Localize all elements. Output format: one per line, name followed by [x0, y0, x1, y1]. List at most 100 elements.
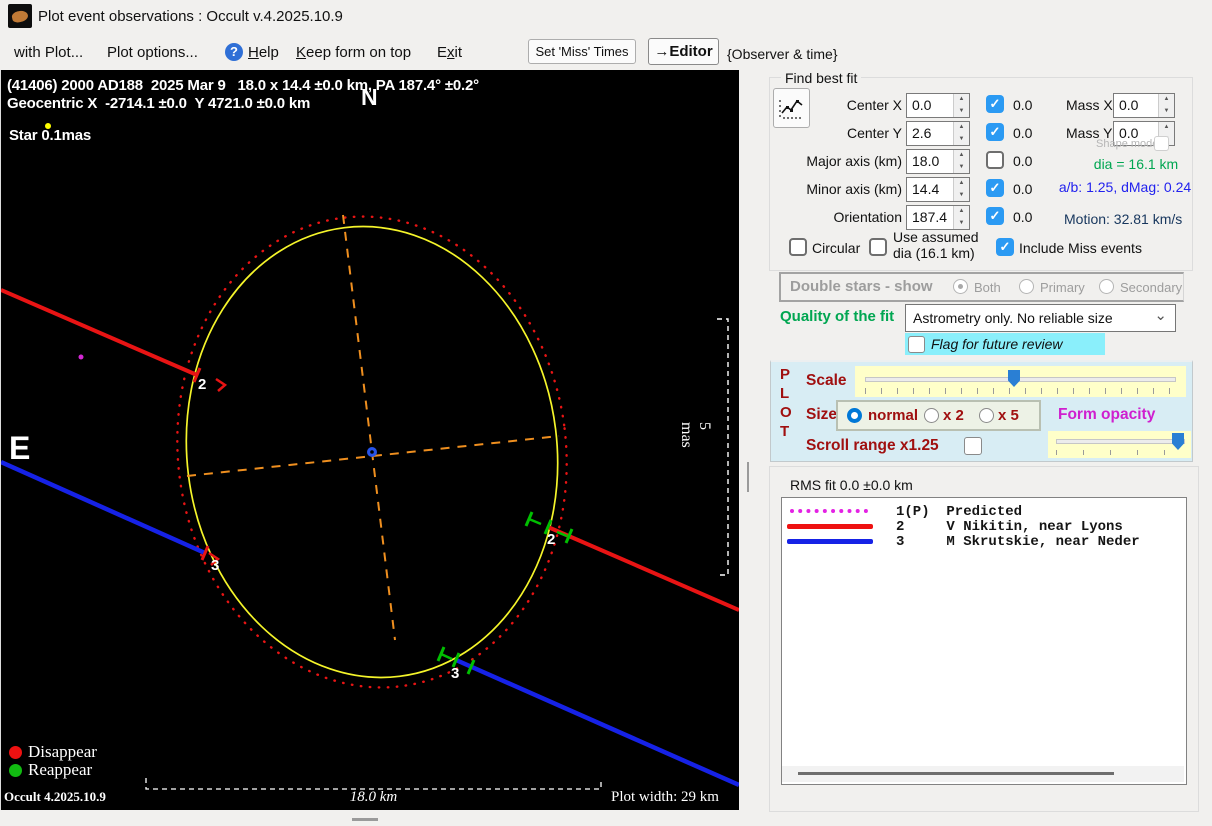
vertical-splitter[interactable] — [747, 462, 749, 492]
menu-keep-on-top[interactable]: Keep form on top — [296, 44, 411, 61]
circular-checkbox[interactable] — [789, 238, 807, 256]
flag-review-checkbox[interactable] — [908, 336, 925, 353]
center-y-spinner[interactable]: 2.6 ▲ ▼ — [906, 121, 970, 146]
spin-down-icon[interactable]: ▼ — [953, 105, 969, 117]
spin-down-icon[interactable]: ▼ — [953, 189, 969, 201]
occultation-plot[interactable]: (41406) 2000 AD188 2025 Mar 9 18.0 x 14.… — [0, 70, 739, 810]
listbox-scrollbar-thumb[interactable] — [798, 772, 1114, 775]
app-window: Plot event observations : Occult v.4.202… — [0, 0, 1212, 826]
check-icon: ✓ — [989, 208, 1001, 223]
size-x2-radio[interactable] — [924, 408, 939, 423]
chord2-ingress-line — [1, 288, 198, 377]
legend-row-predicted[interactable]: 1(P) Predicted — [896, 504, 1022, 520]
chord3-line-swatch — [787, 539, 873, 544]
minor-axis-fit-checkbox[interactable]: ✓ — [986, 179, 1004, 197]
minor-axis-sigma: 0.0 — [1013, 181, 1033, 197]
chord-legend-listbox[interactable]: 1(P) Predicted 2 V Nikitin, near Lyons 3… — [781, 497, 1187, 785]
disappear-label: Disappear — [28, 742, 97, 761]
chord3-ingress-line — [1, 459, 206, 556]
spin-down-icon[interactable]: ▼ — [1158, 105, 1174, 117]
size-label: Size — [806, 406, 838, 423]
scale-slider-ticks — [865, 388, 1176, 394]
center-y-label: Center Y — [847, 125, 902, 141]
orientation-fit-checkbox[interactable]: ✓ — [986, 207, 1004, 225]
scale-bar-label: 18.0 km — [349, 789, 398, 805]
rms-fit-label: RMS fit 0.0 ±0.0 km — [790, 477, 913, 493]
use-assumed-dia-checkbox[interactable] — [869, 238, 887, 256]
size-x5-radio[interactable] — [979, 408, 994, 423]
legend-row-chord3[interactable]: 3 M Skrutskie, near Neder — [896, 534, 1140, 550]
horizontal-scrollbar-thumb[interactable] — [352, 818, 378, 821]
opacity-slider[interactable] — [1048, 431, 1191, 458]
scale-slider-track[interactable] — [865, 377, 1176, 382]
opacity-slider-track[interactable] — [1056, 439, 1185, 444]
plot-letter-l: L — [780, 385, 790, 402]
center-y-sigma: 0.0 — [1013, 125, 1033, 141]
include-miss-label: Include Miss events — [1019, 240, 1142, 256]
quality-dropdown[interactable]: Astrometry only. No reliable size ⌄ — [905, 304, 1176, 332]
motion-value: Motion: 32.81 km/s — [1064, 211, 1183, 227]
menu-help[interactable]: Help — [248, 44, 279, 61]
major-axis-spinner[interactable]: 18.0 ▲ ▼ — [906, 149, 970, 174]
set-miss-times-button[interactable]: Set 'Miss' Times — [528, 39, 636, 64]
magenta-point — [78, 354, 84, 360]
observer-time-label: {Observer & time} — [727, 46, 838, 62]
size-normal-radio[interactable] — [847, 408, 862, 423]
editor-button[interactable]: →Editor — [648, 38, 719, 65]
major-axis-line — [342, 214, 396, 641]
menu-with-plot[interactable]: with Plot... — [14, 44, 83, 61]
size-x2-label: x 2 — [943, 407, 964, 424]
listbox-scrollbar-track[interactable] — [782, 766, 1184, 782]
spin-down-icon[interactable]: ▼ — [953, 217, 969, 229]
plot-letter-o: O — [780, 404, 792, 421]
plot-title-line1: (41406) 2000 AD188 2025 Mar 9 18.0 x 14.… — [7, 77, 479, 94]
form-opacity-label: Form opacity — [1058, 406, 1156, 423]
plot-letter-t: T — [780, 423, 790, 440]
opacity-slider-thumb[interactable] — [1172, 433, 1184, 450]
help-icon[interactable]: ? — [225, 43, 243, 61]
title-bar: Plot event observations : Occult v.4.202… — [0, 0, 1212, 32]
center-y-fit-checkbox[interactable]: ✓ — [986, 123, 1004, 141]
mas-scale-bracket — [717, 318, 729, 576]
include-miss-checkbox[interactable]: ✓ — [996, 238, 1014, 256]
chord2-egress-line — [547, 525, 739, 612]
orientation-spinner[interactable]: 187.4 ▲ ▼ — [906, 205, 970, 230]
chord3-egress-line — [455, 657, 739, 788]
opacity-slider-ticks — [1056, 450, 1184, 455]
quality-label: Quality of the fit — [780, 308, 895, 325]
use-assumed-label-1: Use assumed — [893, 229, 979, 245]
center-x-spinner[interactable]: 0.0 ▲ ▼ — [906, 93, 970, 118]
chord2-disappear-arrow — [215, 377, 228, 392]
scroll-range-checkbox[interactable] — [964, 437, 982, 455]
scale-slider-thumb[interactable] — [1008, 370, 1020, 387]
minor-axis-spinner[interactable]: 14.4 ▲ ▼ — [906, 177, 970, 202]
star-size-label: Star 0.1mas — [9, 127, 92, 144]
chord2-line-swatch — [787, 524, 873, 529]
plot-letter-p: P — [780, 366, 791, 383]
chevron-down-icon: ⌄ — [1154, 307, 1167, 324]
chord3-reappear-stem — [440, 652, 453, 661]
spin-down-icon[interactable]: ▼ — [953, 161, 969, 173]
secondary-label: Secondary — [1120, 280, 1183, 295]
plot-canvas — [1, 123, 739, 790]
flag-review-strip: Flag for future review — [905, 333, 1105, 355]
minor-axis-label: Minor axis (km) — [806, 181, 902, 197]
chord2-reappear-stem — [528, 517, 542, 526]
shape-model-checkbox — [1154, 136, 1169, 151]
shape-model-label: Shape model — [1096, 138, 1161, 150]
spin-down-icon[interactable]: ▼ — [953, 133, 969, 145]
chord3-label-ingress: 3 — [211, 557, 220, 574]
mass-x-spinner[interactable]: 0.0 ▲ ▼ — [1113, 93, 1175, 118]
scroll-range-label: Scroll range x1.25 — [806, 437, 939, 454]
mas-scale-label: 5 mas — [678, 422, 713, 448]
major-axis-fit-checkbox[interactable] — [986, 151, 1004, 169]
scale-slider[interactable] — [855, 366, 1186, 397]
menu-exit[interactable]: Exit — [437, 44, 462, 61]
orientation-sigma: 0.0 — [1013, 209, 1033, 225]
legend-row-chord2[interactable]: 2 V Nikitin, near Lyons — [896, 519, 1123, 535]
size-radio-group: normal x 2 x 5 — [836, 400, 1041, 431]
circular-label: Circular — [812, 240, 861, 256]
menu-plot-options[interactable]: Plot options... — [107, 44, 198, 61]
center-x-fit-checkbox[interactable]: ✓ — [986, 95, 1004, 113]
orientation-label: Orientation — [833, 209, 902, 225]
